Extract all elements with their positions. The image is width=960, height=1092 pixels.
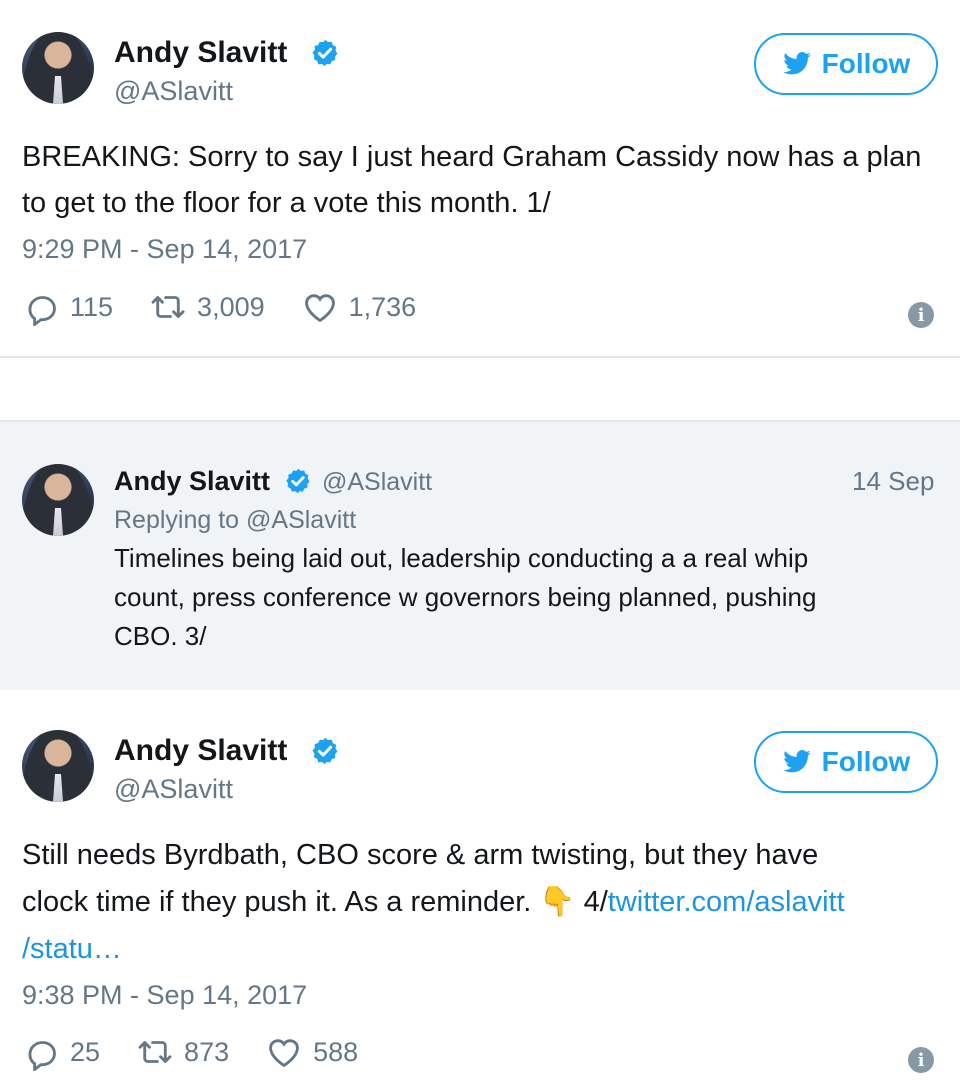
info-icon[interactable]: i (908, 1047, 934, 1073)
retweet-count: 873 (184, 1036, 230, 1067)
tweet-date[interactable]: 14 Sep (852, 466, 934, 497)
twitter-bird-icon (782, 52, 811, 75)
reply-count: 25 (70, 1036, 101, 1067)
retweet-icon (151, 296, 185, 318)
tweet-card-3: Andy Slavitt @ASlavitt Follow Still need… (0, 690, 960, 1092)
author-name[interactable]: Andy Slavitt (114, 734, 287, 768)
tweet-text-line-2: clock time if they push it. As a reminde… (22, 879, 845, 925)
author-handle[interactable]: @ASlavitt (114, 774, 233, 805)
follow-button[interactable]: Follow (754, 33, 938, 95)
follow-label: Follow (821, 746, 911, 777)
heart-icon (269, 1039, 299, 1068)
author-name[interactable]: Andy Slavitt (114, 466, 270, 497)
retweet-button[interactable]: 3,009 (149, 288, 265, 326)
retweet-count: 3,009 (197, 291, 265, 322)
reply-count: 115 (70, 291, 114, 322)
like-count: 588 (313, 1036, 359, 1067)
tweet-actions: 25 873 588 (22, 1033, 394, 1071)
tweet-timestamp[interactable]: 9:29 PM - Sep 14, 2017 (22, 234, 307, 265)
avatar[interactable] (22, 730, 94, 802)
verified-badge-icon (312, 737, 338, 765)
reply-text-line-1: Timelines being laid out, leadership con… (114, 543, 809, 573)
tweet-actions: 115 3,009 1,736 (22, 288, 452, 326)
reply-text-line-3: CBO. 3/ (114, 621, 207, 651)
like-button[interactable]: 1,736 (301, 288, 417, 326)
retweet-icon (138, 1041, 172, 1063)
tweet-text: BREAKING: Sorry to say I just heard Grah… (22, 141, 922, 219)
reply-icon (28, 1041, 56, 1071)
heart-icon (304, 294, 335, 323)
reply-button[interactable]: 115 (22, 288, 113, 326)
author-handle[interactable]: @ASlavitt (114, 76, 233, 107)
like-button[interactable]: 588 (265, 1033, 358, 1071)
tweet-link-continued[interactable]: /statu… (22, 926, 122, 972)
retweet-button[interactable]: 873 (136, 1033, 229, 1071)
tweet-card-1: Andy Slavitt @ASlavitt Follow BREAKING: … (0, 0, 960, 358)
author-handle[interactable]: @ASlavitt (322, 468, 432, 497)
author-name[interactable]: Andy Slavitt (114, 36, 287, 70)
twitter-bird-icon (782, 750, 811, 773)
follow-button[interactable]: Follow (754, 731, 938, 793)
reply-icon (28, 296, 56, 326)
info-icon[interactable]: i (908, 302, 934, 328)
tweet-timestamp[interactable]: 9:38 PM - Sep 14, 2017 (22, 980, 307, 1011)
tweet-text-line-1: Still needs Byrdbath, CBO score & arm tw… (22, 839, 819, 871)
tweet-text-prefix: clock time if they push it. As a reminde… (22, 886, 532, 918)
pointing-down-emoji: 👇 (539, 886, 576, 918)
divider (0, 356, 960, 358)
replying-to[interactable]: Replying to @ASlavitt (114, 506, 356, 535)
verified-badge-icon (286, 468, 310, 494)
verified-badge-icon (312, 39, 338, 67)
thread-number: 4/ (583, 886, 608, 918)
reply-tweet-card[interactable]: Andy Slavitt @ASlavitt 14 Sep Replying t… (0, 420, 960, 690)
avatar[interactable] (22, 32, 94, 104)
like-count: 1,736 (348, 291, 417, 322)
reply-text-line-2: count, press conference w governors bein… (114, 582, 817, 612)
tweet-link[interactable]: twitter.com/aslavitt (608, 886, 845, 918)
follow-label: Follow (821, 48, 911, 79)
reply-button[interactable]: 25 (22, 1033, 100, 1071)
avatar[interactable] (22, 464, 94, 536)
